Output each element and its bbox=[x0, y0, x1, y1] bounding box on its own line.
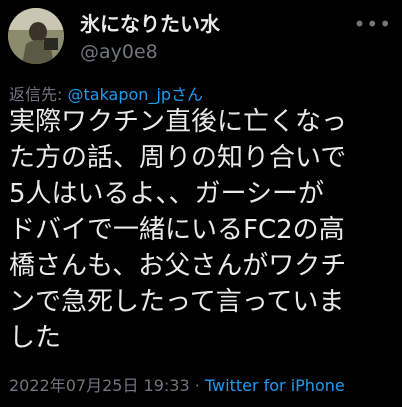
tweet-text-line: 実際ワクチン直後に亡くなっ bbox=[9, 107, 348, 137]
tweet-text-line: ンで急死したって言っていま bbox=[9, 287, 345, 317]
tweet-text-line: 橋さんも、お父さんがワクチ bbox=[9, 251, 347, 281]
author-names: 氷になりたい水 @ay0e8 bbox=[80, 12, 220, 64]
tweet-text: 実際ワクチン直後に亡くなっ た方の話、周りの知り合いで 5人はいるよ、、ガーシー… bbox=[9, 104, 397, 356]
tweet-metadata: 2022年07月25日 19:33 · Twitter for iPhone bbox=[9, 372, 345, 396]
tweet-text-line: した bbox=[9, 323, 62, 353]
tweet-header: 氷になりたい水 @ay0e8 ••• bbox=[8, 8, 394, 68]
tweet-text-line: ドバイで一緒にいるFC2の高 bbox=[9, 215, 345, 245]
tweet-text-line: 5人はいるよ、、ガーシーが bbox=[9, 179, 325, 209]
username-handle[interactable]: @ay0e8 bbox=[80, 40, 220, 64]
avatar-image bbox=[8, 8, 64, 64]
reply-to-line: 返信先: @takapon_jpさん bbox=[9, 81, 203, 105]
reply-to-prefix: 返信先: bbox=[9, 85, 68, 104]
tweet-text-line: た方の話、周りの知り合いで bbox=[9, 143, 347, 173]
avatar[interactable] bbox=[8, 8, 64, 64]
timestamp[interactable]: 2022年07月25日 19:33 bbox=[9, 376, 190, 395]
display-name[interactable]: 氷になりたい水 bbox=[80, 12, 220, 36]
meta-separator: · bbox=[189, 376, 205, 395]
more-options-icon[interactable]: ••• bbox=[354, 14, 392, 34]
client-source-link[interactable]: Twitter for iPhone bbox=[205, 376, 345, 395]
reply-to-mention[interactable]: @takapon_jpさん bbox=[67, 85, 203, 104]
